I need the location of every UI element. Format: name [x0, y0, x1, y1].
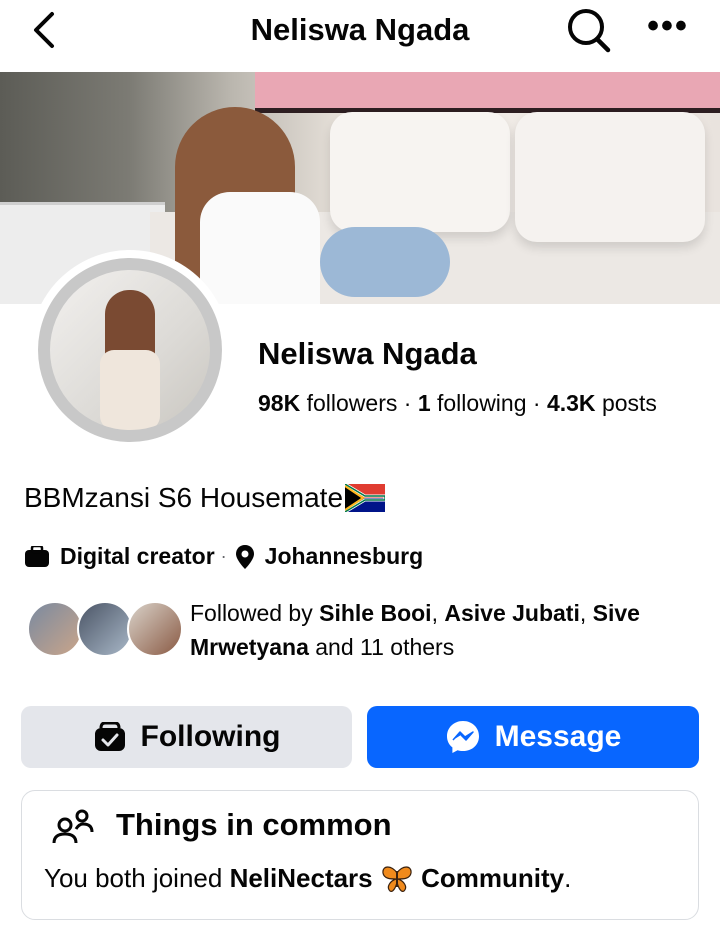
bio-text: BBMzansi S6 Housemate — [24, 482, 344, 513]
posts-count: 4.3K — [546, 390, 596, 416]
avatar — [27, 601, 83, 657]
avatar — [127, 601, 183, 657]
message-button[interactable]: Message — [367, 706, 699, 768]
common-text: You both joined NeliNectars Community. — [44, 863, 572, 893]
followed-by-text[interactable]: Followed by Sihle Booi, Asive Jubati, Si… — [190, 596, 700, 664]
following-label: Following — [140, 720, 281, 753]
message-label: Message — [494, 720, 622, 753]
south-africa-flag-icon — [345, 484, 386, 512]
things-in-common-card[interactable]: Things in common You both joined NeliNec… — [21, 790, 699, 920]
mutual-friends-avatars[interactable] — [27, 601, 187, 659]
following-button[interactable]: Following — [21, 706, 352, 768]
profile-meta: Digital creator · Johannesburg — [24, 543, 423, 570]
more-options-icon[interactable]: ••• — [645, 9, 691, 44]
butterfly-icon — [382, 866, 412, 892]
search-icon[interactable] — [562, 6, 614, 54]
following-label[interactable]: following — [437, 390, 527, 416]
stats-separator: · — [532, 390, 541, 416]
stats-separator: · — [403, 390, 412, 416]
location-pin-icon — [235, 544, 254, 569]
profile-avatar[interactable] — [30, 250, 230, 450]
profile-name: Neliswa Ngada — [258, 336, 477, 371]
profile-stats: 98K followers · 1 following · 4.3K posts — [258, 390, 657, 417]
posts-label: posts — [601, 390, 657, 416]
category-label: Digital creator — [60, 543, 215, 569]
people-icon — [52, 809, 94, 844]
followers-count[interactable]: 98K — [258, 390, 300, 416]
messenger-icon — [446, 721, 479, 753]
following-count[interactable]: 1 — [418, 390, 431, 416]
location-label[interactable]: Johannesburg — [265, 543, 423, 570]
followers-label[interactable]: followers — [307, 390, 398, 416]
avatar — [77, 601, 133, 657]
profile-bio: BBMzansi S6 Housemate — [24, 482, 386, 514]
meta-separator: · — [220, 546, 227, 566]
friends-check-icon — [94, 722, 125, 751]
briefcase-icon — [25, 545, 49, 567]
top-bar: Neliswa Ngada ••• — [0, 0, 720, 72]
common-title: Things in common — [116, 807, 392, 842]
